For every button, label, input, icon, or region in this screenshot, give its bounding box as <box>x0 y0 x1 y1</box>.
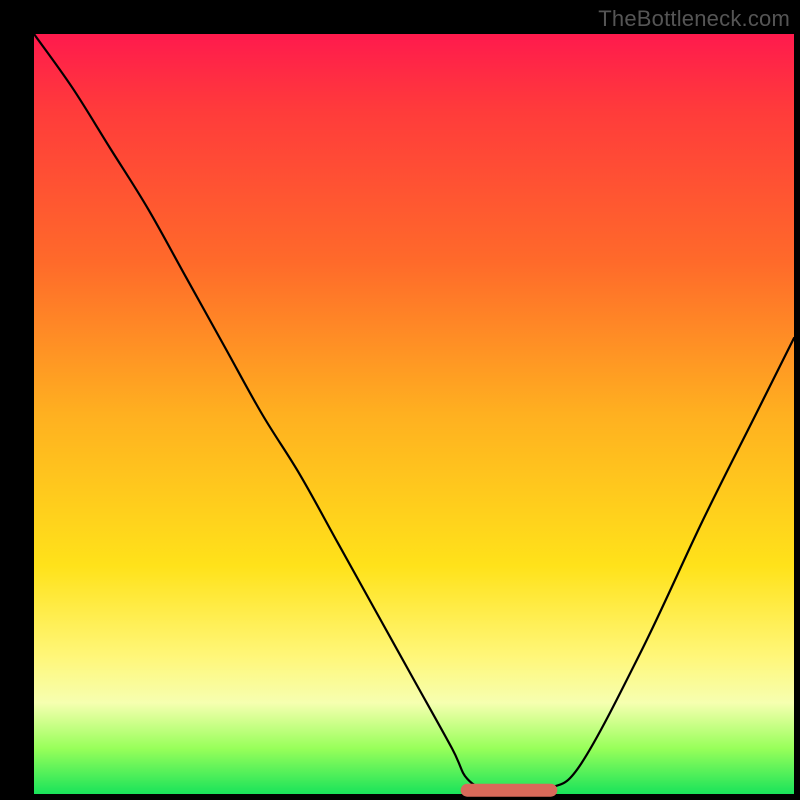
curve-svg <box>34 34 794 794</box>
bottleneck-curve <box>34 34 794 791</box>
chart-frame: TheBottleneck.com <box>0 0 800 800</box>
plot-area <box>34 34 794 794</box>
attribution-label: TheBottleneck.com <box>598 6 790 32</box>
